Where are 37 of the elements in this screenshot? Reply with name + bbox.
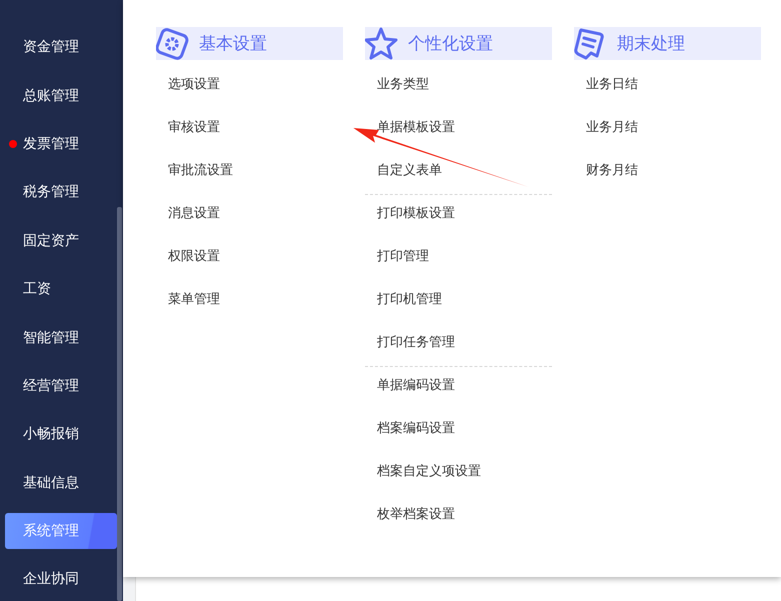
sidebar-item[interactable]: 资金管理 — [5, 29, 117, 66]
menu-item[interactable]: 权限设置 — [156, 247, 343, 290]
menu-item[interactable]: 菜单管理 — [156, 290, 343, 333]
star-icon — [365, 27, 399, 60]
sidebar-item[interactable]: 税务管理 — [5, 174, 117, 210]
menu-item[interactable]: 审核设置 — [156, 118, 343, 161]
menu-item[interactable]: 打印机管理 — [365, 290, 552, 333]
section-title: 个性化设置 — [408, 33, 493, 55]
menu-item[interactable]: 审批流设置 — [156, 161, 343, 204]
gear-icon — [156, 27, 190, 60]
sidebar-item[interactable]: 发票管理 — [5, 126, 117, 162]
menu-item[interactable]: 档案自定义项设置 — [365, 462, 552, 505]
sidebar-item[interactable]: 工资 — [5, 271, 117, 308]
sidebar-item[interactable]: 总账管理 — [5, 78, 117, 114]
menu-item[interactable]: 单据编码设置 — [365, 376, 552, 419]
section-title: 基本设置 — [199, 33, 267, 55]
menu-item[interactable]: 业务日结 — [574, 75, 761, 118]
sidebar-item[interactable]: 经营管理 — [5, 368, 117, 404]
menu-item[interactable]: 业务类型 — [365, 75, 552, 118]
sidebar-item[interactable]: 基础信息 — [5, 464, 117, 501]
menu-item[interactable]: 单据模板设置 — [365, 118, 552, 161]
scrollbar[interactable] — [117, 207, 122, 601]
menu-item[interactable]: 财务月结 — [574, 161, 761, 204]
sidebar-item[interactable]: 小畅报销 — [5, 416, 117, 452]
menu-item[interactable]: 打印任务管理 — [365, 333, 552, 376]
sidebar-item[interactable]: 固定资产 — [5, 222, 117, 259]
menu-item[interactable]: 打印管理 — [365, 247, 552, 290]
menu-item[interactable]: 枚举档案设置 — [365, 505, 552, 548]
menu-item[interactable]: 打印模板设置 — [365, 204, 552, 247]
menu-item[interactable]: 自定义表单 — [365, 161, 552, 204]
menu-item[interactable]: 消息设置 — [156, 204, 343, 247]
sidebar-item[interactable]: 智能管理 — [5, 320, 117, 356]
menu-item[interactable]: 选项设置 — [156, 75, 343, 118]
menu-item[interactable]: 业务月结 — [574, 118, 761, 161]
sidebar-item[interactable]: 企业协同 — [5, 561, 117, 598]
section-title: 期末处理 — [617, 33, 685, 55]
menu-item[interactable]: 档案编码设置 — [365, 419, 552, 462]
